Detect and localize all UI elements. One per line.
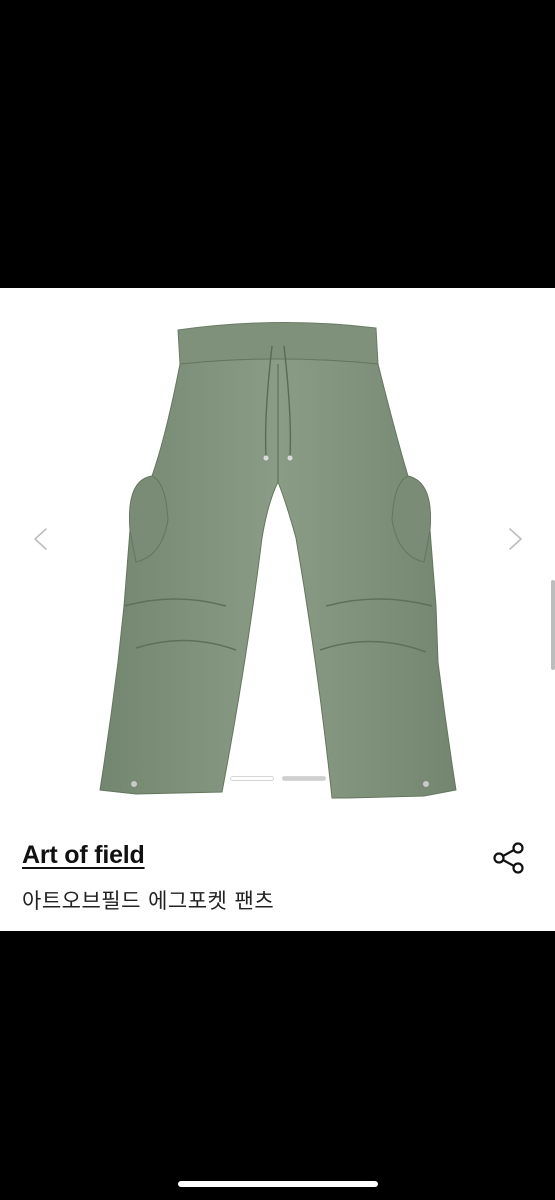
brand-name-link[interactable]: Art of field <box>22 841 145 870</box>
gallery-dot[interactable] <box>282 776 326 781</box>
home-indicator[interactable] <box>178 1181 378 1187</box>
chevron-left-icon[interactable] <box>26 524 56 554</box>
chevron-right-icon[interactable] <box>500 524 530 554</box>
product-panel: Art of field 아트오브필드 에그포켓 팬츠 <box>0 288 555 931</box>
share-icon[interactable] <box>492 841 526 875</box>
product-title: 아트오브필드 에그포켓 팬츠 <box>22 889 275 913</box>
cargo-pants-image <box>99 321 457 799</box>
gallery-dot-active[interactable] <box>230 776 274 781</box>
product-image-gallery[interactable] <box>0 288 555 799</box>
top-black-area <box>0 0 555 288</box>
